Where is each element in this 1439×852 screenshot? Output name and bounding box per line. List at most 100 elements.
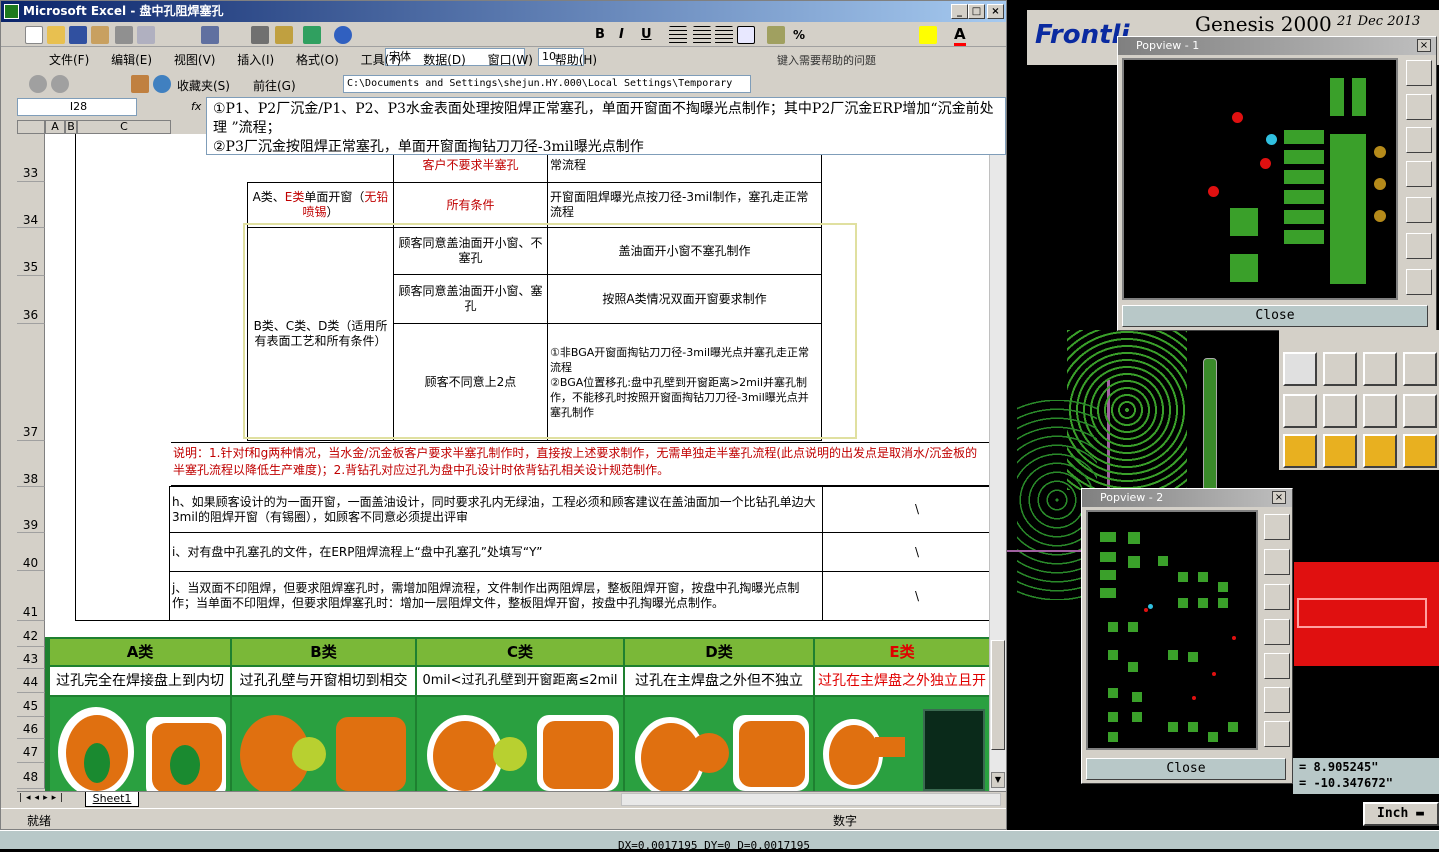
- row-header[interactable]: 38: [17, 441, 45, 487]
- spelling-icon[interactable]: [201, 26, 219, 44]
- help-icon[interactable]: [334, 26, 352, 44]
- pointer-icon[interactable]: [1283, 434, 1317, 468]
- pointer-c-icon[interactable]: [1363, 434, 1397, 468]
- vertical-scrollbar[interactable]: ▼: [989, 120, 1006, 791]
- row-header[interactable]: 46: [17, 717, 45, 739]
- col-header-a[interactable]: A: [45, 120, 65, 134]
- row-header[interactable]: 43: [17, 647, 45, 669]
- menu-edit[interactable]: 编辑(E): [111, 53, 152, 67]
- favorites-menu[interactable]: 收藏夹(S): [177, 77, 230, 94]
- cell-h[interactable]: h、如果顾客设计的为一面开窗，一面盖油设计，同时要求孔内无绿油，工程必须和顾客建…: [169, 486, 823, 533]
- zoom-in-icon[interactable]: [1406, 60, 1432, 86]
- popview-1-canvas[interactable]: [1122, 58, 1398, 300]
- zoom-fit-icon[interactable]: [1406, 233, 1432, 259]
- menu-view[interactable]: 视图(V): [174, 53, 216, 67]
- percent-icon[interactable]: %: [793, 28, 805, 42]
- popview-2-close-x[interactable]: ×: [1272, 491, 1286, 504]
- currency-icon[interactable]: [767, 26, 785, 44]
- align-center-icon[interactable]: [693, 26, 711, 44]
- popview-1-window[interactable]: Popview - 1 × Close: [1117, 36, 1437, 331]
- row-header[interactable]: 33: [17, 134, 45, 182]
- cell-r34-c[interactable]: 开窗面阻焊曝光点按刀径-3mil制作，塞孔走正常流程: [547, 182, 822, 228]
- row-header[interactable]: 48: [17, 763, 45, 789]
- open-icon[interactable]: [47, 26, 65, 44]
- note-cell[interactable]: 说明：1.针对f和g两种情况，当水金/沉金板客户要求半塞孔制作时，直接按上述要求…: [171, 442, 989, 486]
- zoom-in-icon[interactable]: [1264, 514, 1290, 540]
- row-header[interactable]: 41: [17, 571, 45, 621]
- pan-up-icon[interactable]: [1264, 549, 1290, 575]
- popview-1-close-x[interactable]: ×: [1417, 39, 1431, 52]
- menu-tools[interactable]: 工具(T): [361, 53, 402, 67]
- merge-center-icon[interactable]: [737, 26, 755, 44]
- tool-line-icon[interactable]: [1323, 352, 1357, 386]
- search-web-icon[interactable]: [153, 75, 171, 93]
- row-header[interactable]: 47: [17, 739, 45, 763]
- row-header[interactable]: 37: [17, 324, 45, 441]
- row-header[interactable]: 35: [17, 228, 45, 276]
- tool-copy-icon[interactable]: [1403, 352, 1437, 386]
- popview-2-window[interactable]: Popview - 2 × Close: [1081, 488, 1293, 784]
- help-search-input[interactable]: 键入需要帮助的问题: [777, 52, 949, 68]
- cell-i-slash[interactable]: \: [822, 532, 1006, 572]
- tab-nav-arrows[interactable]: |◂◂▸▸|: [19, 793, 67, 803]
- menu-window[interactable]: 窗口(W): [488, 53, 533, 67]
- tool-triangle-c-icon[interactable]: [1363, 394, 1397, 428]
- tool-triangle-d-icon[interactable]: [1403, 394, 1437, 428]
- print-preview-icon[interactable]: [137, 26, 155, 44]
- pan-up-icon[interactable]: [1406, 94, 1432, 120]
- format-painter-icon[interactable]: [275, 26, 293, 44]
- pan-down-icon[interactable]: [1406, 127, 1432, 153]
- pan-right-icon[interactable]: [1406, 197, 1432, 223]
- permission-icon[interactable]: [91, 26, 109, 44]
- tool-select-icon[interactable]: [1283, 352, 1317, 386]
- cell-j-slash[interactable]: \: [822, 571, 1006, 621]
- zoom-home-icon[interactable]: [1406, 269, 1432, 295]
- unit-select[interactable]: Inch ▬: [1363, 802, 1439, 826]
- tool-triangle-b-icon[interactable]: [1323, 394, 1357, 428]
- zoom-fit-icon[interactable]: [1264, 687, 1290, 713]
- print-icon[interactable]: [115, 26, 133, 44]
- corner-select-all[interactable]: [17, 120, 45, 134]
- pointer-b-icon[interactable]: [1323, 434, 1357, 468]
- back-icon[interactable]: [29, 75, 47, 93]
- popview-1-title-bar[interactable]: Popview - 1: [1118, 37, 1436, 55]
- minimize-button[interactable]: _: [951, 4, 968, 19]
- row-header[interactable]: 40: [17, 533, 45, 571]
- menu-data[interactable]: 数据(D): [423, 53, 466, 67]
- col-header-b[interactable]: B: [65, 120, 77, 134]
- bold-button[interactable]: B: [595, 27, 605, 42]
- zoom-home-icon[interactable]: [1264, 721, 1290, 747]
- underline-button[interactable]: U: [641, 27, 652, 42]
- row-header[interactable]: 36: [17, 276, 45, 324]
- align-left-icon[interactable]: [669, 26, 687, 44]
- scroll-down-arrow[interactable]: ▼: [991, 772, 1005, 788]
- pan-down-icon[interactable]: [1264, 584, 1290, 610]
- align-right-icon[interactable]: [715, 26, 733, 44]
- cell-r34-b[interactable]: 所有条件: [393, 182, 548, 228]
- maximize-button[interactable]: □: [968, 4, 985, 19]
- menu-file[interactable]: 文件(F): [49, 53, 89, 67]
- col-header-c[interactable]: C: [77, 120, 171, 134]
- italic-button[interactable]: I: [619, 27, 624, 42]
- fill-color-icon[interactable]: [919, 26, 937, 44]
- cell-r34-a[interactable]: A类、E类单面开窗（无铅喷锡）: [247, 182, 394, 228]
- pan-left-icon[interactable]: [1264, 619, 1290, 645]
- row-header[interactable]: 34: [17, 182, 45, 228]
- address-input[interactable]: C:\Documents and Settings\shejun.HY.000\…: [343, 75, 751, 93]
- cell-j[interactable]: j、当双面不印阻焊，但要求阻焊塞孔时，需增加阻焊流程，文件制作出两阻焊层，整板阻…: [169, 571, 823, 621]
- font-color-icon[interactable]: A: [954, 25, 966, 46]
- row-header[interactable]: 44: [17, 669, 45, 693]
- cell-h-slash[interactable]: \: [822, 486, 1006, 533]
- row-header[interactable]: 45: [17, 693, 45, 717]
- pan-right-icon[interactable]: [1264, 653, 1290, 679]
- row-header[interactable]: 39: [17, 487, 45, 533]
- sheet-tab-sheet1[interactable]: Sheet1: [85, 792, 139, 807]
- go-menu[interactable]: 前往(G): [253, 77, 296, 94]
- formula-input[interactable]: ①P1、P2厂沉金/P1、P2、P3水金表面处理按阻焊正常塞孔，单面开窗面不掏曝…: [206, 97, 1006, 155]
- cell-i[interactable]: i、对有盘中孔塞孔的文件，在ERP阻焊流程上“盘中孔塞孔”处填写“Y”: [169, 532, 823, 572]
- excel-title-bar[interactable]: Microsoft Excel - 盘中孔阻焊塞孔 _ □ ×: [1, 1, 1006, 22]
- menu-format[interactable]: 格式(O): [296, 53, 339, 67]
- menu-insert[interactable]: 插入(I): [237, 53, 274, 67]
- row-header[interactable]: 42: [17, 621, 45, 647]
- popview-2-title-bar[interactable]: Popview - 2: [1082, 489, 1292, 507]
